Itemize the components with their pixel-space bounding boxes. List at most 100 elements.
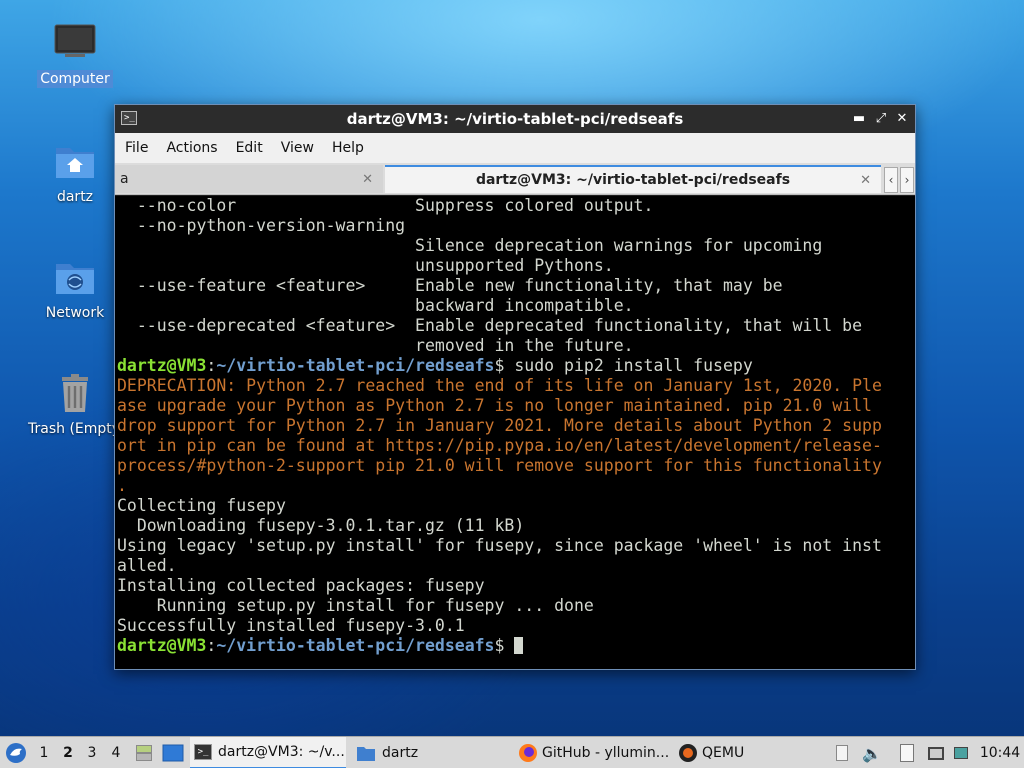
task-label: dartz — [382, 745, 419, 761]
output-text: alled. — [117, 556, 177, 575]
terminal-line: Downloading fusepy-3.0.1.tar.gz (11 kB) — [117, 516, 915, 536]
menu-edit[interactable]: Edit — [228, 140, 271, 156]
tab-terminal[interactable]: dartz@VM3: ~/virtio-tablet-pci/redseafs … — [385, 165, 881, 193]
terminal-line: --no-python-version-warning — [117, 216, 915, 236]
tab-label: dartz@VM3: ~/virtio-tablet-pci/redseafs — [475, 172, 791, 188]
tab-bar: a ✕ dartz@VM3: ~/virtio-tablet-pci/redse… — [115, 163, 915, 195]
warning-text: drop support for Python 2.7 in January 2… — [117, 416, 882, 435]
terminal-icon: >_ — [121, 111, 137, 125]
tab-label: a — [120, 171, 129, 187]
output-text: Successfully installed fusepy-3.0.1 — [117, 616, 465, 635]
terminal-cursor — [514, 637, 524, 654]
tab-a[interactable]: a ✕ — [115, 165, 383, 193]
notifications-tray[interactable] — [836, 737, 852, 768]
clipboard-icon — [900, 744, 914, 762]
warning-text: DEPRECATION: Python 2.7 reached the end … — [117, 376, 882, 395]
warning-text: ase upgrade your Python as Python 2.7 is… — [117, 396, 872, 415]
terminal-line: unsupported Pythons. — [117, 256, 915, 276]
window-title: dartz@VM3: ~/virtio-tablet-pci/redseafs — [346, 110, 684, 128]
minimize-button[interactable]: ▬ — [849, 109, 869, 129]
desktop-icon-label: Network — [45, 305, 105, 321]
terminal-line: --use-deprecated <feature> Enable deprec… — [117, 316, 915, 336]
output-text: Running setup.py install for fusepy ... … — [117, 596, 594, 615]
qemu-icon — [679, 744, 697, 762]
output-text: Installing collected packages: fusepy — [117, 576, 485, 595]
task-label: GitHub - yllumin... — [542, 745, 670, 761]
folder-icon — [357, 747, 375, 761]
output-text: Silence deprecation warnings for upcomin… — [117, 236, 823, 255]
output-text: --no-python-version-warning — [117, 216, 406, 235]
start-menu-icon — [6, 743, 26, 763]
output-text: unsupported Pythons. — [117, 256, 614, 275]
terminal-line: alled. — [117, 556, 915, 576]
desktop-icon-label: dartz — [56, 189, 94, 205]
terminal-window[interactable]: >_ dartz@VM3: ~/virtio-tablet-pci/redsea… — [114, 104, 916, 670]
start-menu-button[interactable] — [4, 737, 28, 768]
workspace-3[interactable]: 3 — [82, 737, 102, 768]
menu-bar: File Actions Edit View Help — [115, 133, 915, 163]
desktop-icon-label: Trash (Empty) — [28, 421, 126, 437]
firefox-icon — [519, 744, 537, 762]
monitor-icon — [954, 747, 968, 759]
updates-tray[interactable] — [954, 737, 974, 768]
desktop-icon-computer[interactable]: Computer — [25, 22, 125, 88]
tab-close-icon[interactable]: ✕ — [362, 172, 373, 187]
terminal-line: --use-feature <feature> Enable new funct… — [117, 276, 915, 296]
task-label: dartz@VM3: ~/v... — [218, 744, 345, 760]
show-desktop-button[interactable] — [162, 737, 184, 768]
tab-close-icon[interactable]: ✕ — [860, 173, 871, 188]
tab-scroll-left-button[interactable]: ‹ — [884, 167, 898, 193]
terminal-line: . — [117, 476, 915, 496]
prompt-user: dartz@VM3 — [117, 356, 207, 375]
desktop-icon-network[interactable]: Network — [25, 256, 125, 322]
maximize-button[interactable]: ⤢ — [871, 109, 891, 129]
network-icon — [928, 746, 944, 760]
terminal-line: drop support for Python 2.7 in January 2… — [117, 416, 915, 436]
task-file-manager[interactable]: dartz — [352, 737, 508, 768]
warning-text: . — [117, 476, 127, 495]
prompt-path: ~/virtio-tablet-pci/redseafs — [216, 636, 495, 655]
output-text: --use-deprecated <feature> Enable deprec… — [117, 316, 863, 335]
output-text: Collecting fusepy — [117, 496, 286, 515]
task-terminal[interactable]: >_ dartz@VM3: ~/v... — [190, 737, 346, 768]
terminal-line: dartz@VM3:~/virtio-tablet-pci/redseafs$ — [117, 636, 915, 656]
workspace-2[interactable]: 2 — [58, 737, 78, 768]
speaker-icon: 🔈 — [862, 743, 882, 763]
network-tray[interactable] — [928, 737, 948, 768]
prompt-separator: : — [206, 356, 217, 375]
tab-scroll-right-button[interactable]: › — [900, 167, 914, 193]
file-manager-launcher[interactable] — [134, 737, 154, 768]
terminal-line: process/#python-2-support pip 21.0 will … — [117, 456, 915, 476]
terminal-line: dartz@VM3:~/virtio-tablet-pci/redseafs$ … — [117, 356, 915, 376]
task-label: QEMU — [702, 745, 745, 761]
output-text: backward incompatible. — [117, 296, 634, 315]
close-button[interactable]: ✕ — [892, 109, 912, 129]
menu-file[interactable]: File — [117, 140, 156, 156]
terminal-output[interactable]: --no-color Suppress colored output. --no… — [115, 196, 915, 669]
prompt-path: ~/virtio-tablet-pci/redseafs — [216, 356, 495, 375]
output-text: Downloading fusepy-3.0.1.tar.gz (11 kB) — [117, 516, 525, 535]
prompt-separator: : — [206, 636, 217, 655]
trash-icon — [62, 374, 88, 412]
clipboard-tray[interactable] — [900, 737, 920, 768]
workspace-1[interactable]: 1 — [34, 737, 54, 768]
clock[interactable]: 10:44 — [980, 737, 1020, 768]
terminal-line: Successfully installed fusepy-3.0.1 — [117, 616, 915, 636]
window-titlebar[interactable]: >_ dartz@VM3: ~/virtio-tablet-pci/redsea… — [115, 105, 915, 133]
prompt-user: dartz@VM3 — [117, 636, 207, 655]
menu-actions[interactable]: Actions — [158, 140, 225, 156]
computer-icon — [54, 24, 96, 57]
file-cabinet-icon — [136, 745, 152, 761]
terminal-icon: >_ — [194, 744, 212, 760]
task-firefox[interactable]: GitHub - yllumin... — [514, 737, 670, 768]
desktop-icon-trash[interactable]: Trash (Empty) — [25, 372, 126, 438]
terminal-line: ase upgrade your Python as Python 2.7 is… — [117, 396, 915, 416]
taskbar: 1 2 3 4 >_ dartz@VM3: ~/v... dartz GitHu… — [0, 736, 1024, 768]
workspace-4[interactable]: 4 — [106, 737, 126, 768]
task-qemu[interactable]: QEMU — [674, 737, 784, 768]
desktop-icon-home[interactable]: dartz — [25, 140, 125, 206]
menu-help[interactable]: Help — [324, 140, 372, 156]
volume-control[interactable]: 🔈 — [862, 737, 882, 768]
output-text: removed in the future. — [117, 336, 634, 355]
menu-view[interactable]: View — [273, 140, 322, 156]
